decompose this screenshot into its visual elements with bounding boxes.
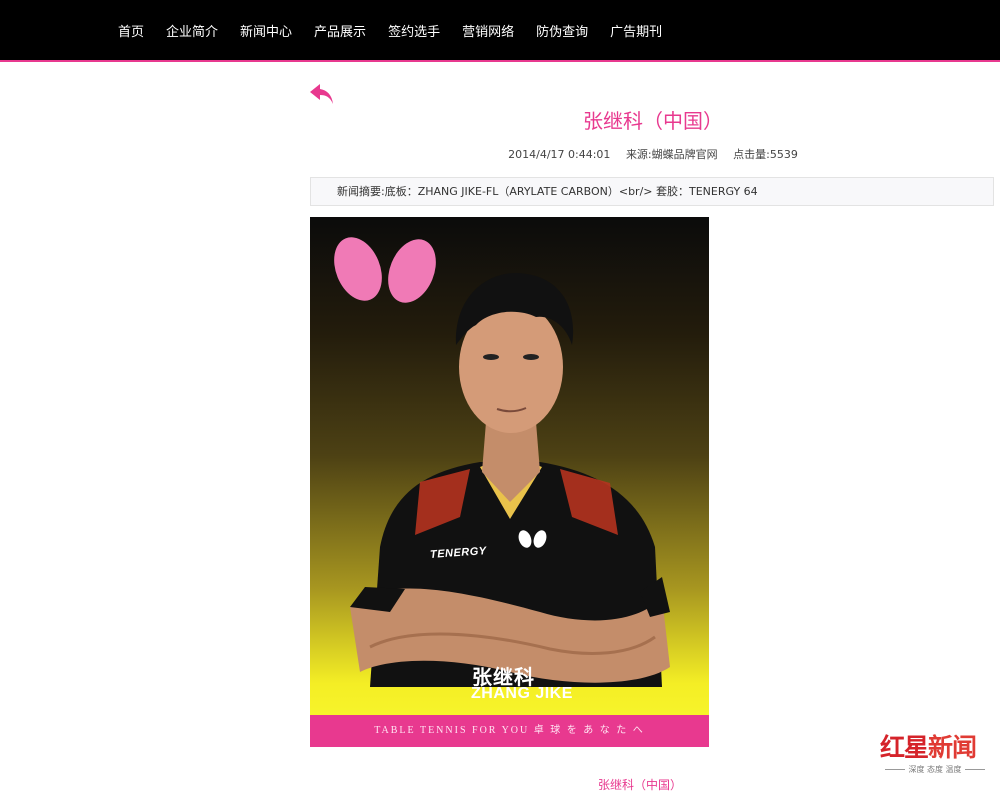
nav-item-news[interactable]: 新闻中心 [240,21,292,40]
nav-item-company[interactable]: 企业简介 [166,21,218,40]
article-date: 2014/4/17 0:44:01 [508,148,611,161]
nav-item-home[interactable]: 首页 [118,21,144,40]
main-nav: 首页 企业简介 新闻中心 产品展示 签约选手 营销网络 防伪查询 广告期刊 [118,0,684,60]
nav-item-products[interactable]: 产品展示 [314,21,366,40]
watermark-logo: 红星新闻 [880,728,977,764]
nav-item-marketing[interactable]: 营销网络 [462,21,514,40]
watermark-tagline: 深度 态度 温度 [876,764,994,775]
nav-item-ads[interactable]: 广告期刊 [610,21,662,40]
nav-item-verify[interactable]: 防伪查询 [536,21,588,40]
poster-tagline-strip: TABLE TENNIS FOR YOU 卓 球 を あ な た へ [310,715,709,747]
article-clicks: 点击量:5539 [733,148,798,161]
article-meta: 2014/4/17 0:44:01 来源:蝴蝶品牌官网 点击量:5539 [310,146,996,162]
article-source: 来源:蝴蝶品牌官网 [625,148,718,161]
article-title: 张继科（中国） [583,109,723,133]
butterfly-logo-icon [334,237,436,303]
watermark-logo-a: 红星 [880,733,929,762]
player-poster: TENERGY 张继科 ZHANG JIKE TABLE TENNIS FOR … [310,217,709,747]
watermark-logo-b: 新闻 [928,733,977,762]
news-summary: 新闻摘要:底板：ZHANG JIKE-FL（ARYLATE CARBON）<br… [310,177,994,206]
top-navigation-bar: 首页 企业简介 新闻中心 产品展示 签约选手 营销网络 防伪查询 广告期刊 [0,0,1000,62]
news-watermark: 红星新闻 深度 态度 温度 [876,728,996,778]
poster-name-en: ZHANG JIKE [471,685,573,702]
nav-item-players[interactable]: 签约选手 [388,21,440,40]
